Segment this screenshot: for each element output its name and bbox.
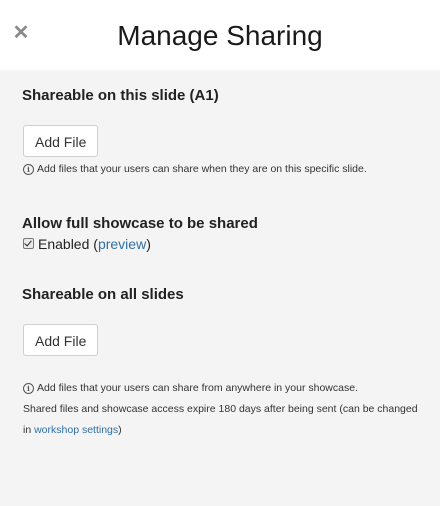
- page-title: Manage Sharing: [117, 20, 323, 51]
- add-file-all-slides-button[interactable]: Add File: [23, 324, 99, 356]
- preview-link[interactable]: preview: [98, 236, 146, 252]
- workshop-settings-link[interactable]: workshop settings: [34, 424, 118, 436]
- slide-section-title: Shareable on this slide (A1): [22, 87, 219, 104]
- enabled-checkbox-row: Enabled (preview): [23, 236, 151, 252]
- all-slides-help-text: i Add files that your users can share fro…: [23, 378, 418, 441]
- all-slides-help-line-1: Add files that your users can share from…: [37, 382, 358, 394]
- all-slides-section-title: Shareable on all slides: [22, 286, 184, 303]
- showcase-section-title: Allow full showcase to be shared: [22, 215, 258, 232]
- all-slides-help-line-3: ): [118, 424, 122, 436]
- slide-help-text: i Add files that your users can share whe…: [23, 159, 418, 180]
- info-icon: i: [23, 164, 34, 175]
- enabled-checkbox[interactable]: [23, 238, 34, 249]
- enabled-suffix: ): [146, 236, 151, 252]
- info-icon: i: [23, 383, 34, 394]
- slide-help-label: Add files that your users can share when…: [37, 163, 367, 175]
- add-file-slide-button[interactable]: Add File: [23, 125, 99, 157]
- modal-header: ✕ Manage Sharing: [0, 0, 440, 70]
- enabled-label: Enabled (: [38, 236, 98, 252]
